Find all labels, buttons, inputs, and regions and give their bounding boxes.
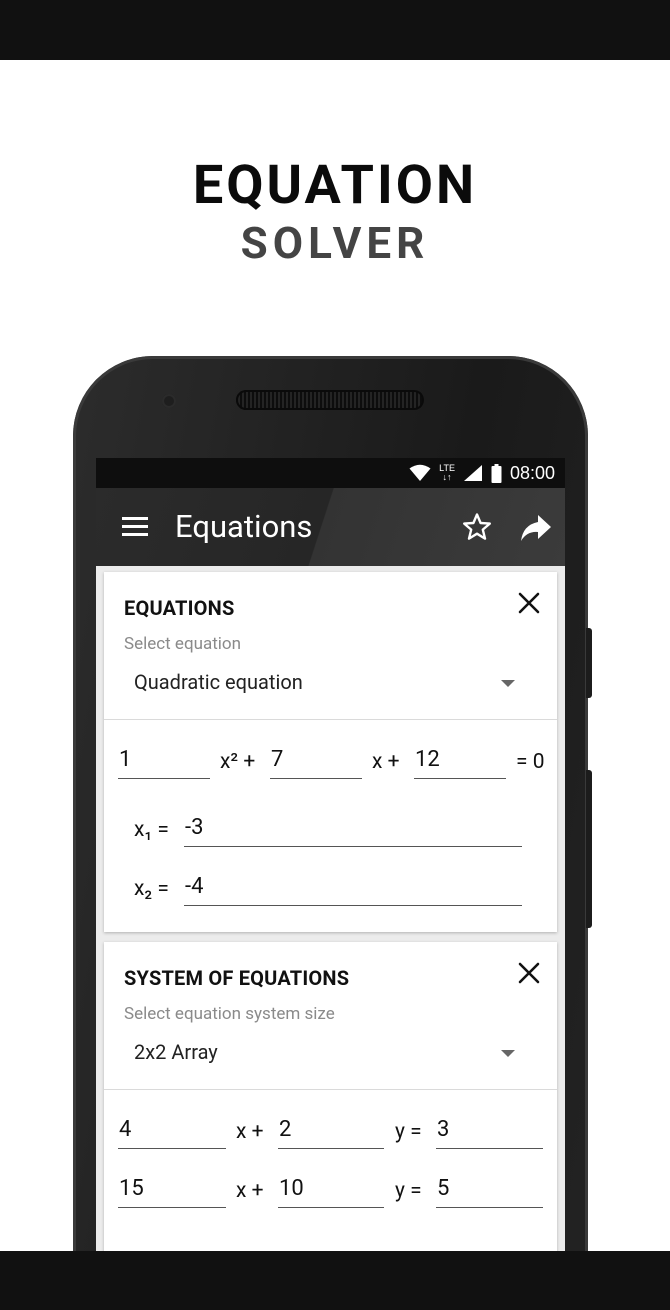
status-time: 08:00 <box>509 462 555 483</box>
star-icon[interactable] <box>462 512 492 542</box>
system-row2-b-input[interactable]: 10 <box>278 1174 384 1208</box>
x-label: x + <box>372 750 400 774</box>
coef-a-input[interactable]: 1 <box>118 745 210 779</box>
x1-result-field[interactable]: -3 <box>184 813 522 847</box>
equation-type-select[interactable]: Quadratic equation <box>124 666 529 702</box>
front-camera <box>162 394 176 408</box>
share-icon[interactable] <box>520 514 552 542</box>
equations-card: EQUATIONS Select equation Quadratic equa… <box>104 572 557 932</box>
equation-select-hint: Select equation <box>124 634 242 654</box>
system-row2-y-label: y = <box>395 1179 422 1203</box>
coef-c-input[interactable]: 12 <box>414 745 506 779</box>
system-row1-x-label: x + <box>236 1120 264 1144</box>
close-icon[interactable] <box>518 592 540 614</box>
bottom-frame-bar <box>0 1251 670 1310</box>
earpiece-speaker <box>236 390 424 410</box>
x1-label: x₁ = <box>134 818 169 842</box>
system-size-hint: Select equation system size <box>124 1004 335 1024</box>
lte-indicator: LTE ↓↑ <box>439 463 455 482</box>
promo-title: EQUATION <box>192 154 478 217</box>
system-row1-y-label: y = <box>395 1120 422 1144</box>
system-row1-a-input[interactable]: 4 <box>118 1115 226 1149</box>
system-card: SYSTEM OF EQUATIONS Select equation syst… <box>104 942 557 1251</box>
signal-icon <box>463 465 482 481</box>
dropdown-arrow-icon <box>501 680 515 687</box>
system-card-header: SYSTEM OF EQUATIONS Select equation syst… <box>104 942 557 1090</box>
phone-power-button <box>586 628 592 698</box>
system-row2-x-label: x + <box>236 1179 264 1203</box>
coef-b-input[interactable]: 7 <box>270 745 362 779</box>
battery-icon <box>491 463 502 483</box>
system-card-title: SYSTEM OF EQUATIONS <box>124 966 350 990</box>
equations-card-title: EQUATIONS <box>124 596 235 620</box>
close-icon[interactable] <box>518 962 540 984</box>
system-row2-c-input[interactable]: 5 <box>436 1174 543 1208</box>
system-row1-c-input[interactable]: 3 <box>436 1115 543 1149</box>
x-squared-label: x² + <box>220 750 256 774</box>
system-row2-a-input[interactable]: 15 <box>118 1174 226 1208</box>
phone-screen: LTE ↓↑ 08:00 Equations EQUATIONS Select … <box>96 458 565 1251</box>
dropdown-arrow-icon <box>501 1050 515 1057</box>
equals-zero-label: = 0 <box>516 750 545 774</box>
system-row1-b-input[interactable]: 2 <box>278 1115 384 1149</box>
phone-volume-button <box>586 770 592 928</box>
system-size-value: 2x2 Array <box>134 1040 218 1064</box>
top-frame-bar <box>0 0 670 60</box>
status-bar: LTE ↓↑ 08:00 <box>96 458 565 488</box>
wifi-icon <box>409 464 431 481</box>
x2-result-field[interactable]: -4 <box>184 872 522 906</box>
equations-card-header: EQUATIONS Select equation Quadratic equa… <box>104 572 557 720</box>
x2-label: x₂ = <box>134 877 169 901</box>
menu-icon[interactable] <box>122 517 148 537</box>
app-bar: Equations <box>96 488 565 566</box>
system-size-select[interactable]: 2x2 Array <box>124 1036 529 1072</box>
promo-subtitle: SOLVER <box>240 217 430 269</box>
equation-type-value: Quadratic equation <box>134 670 303 694</box>
app-title: Equations <box>175 508 313 545</box>
